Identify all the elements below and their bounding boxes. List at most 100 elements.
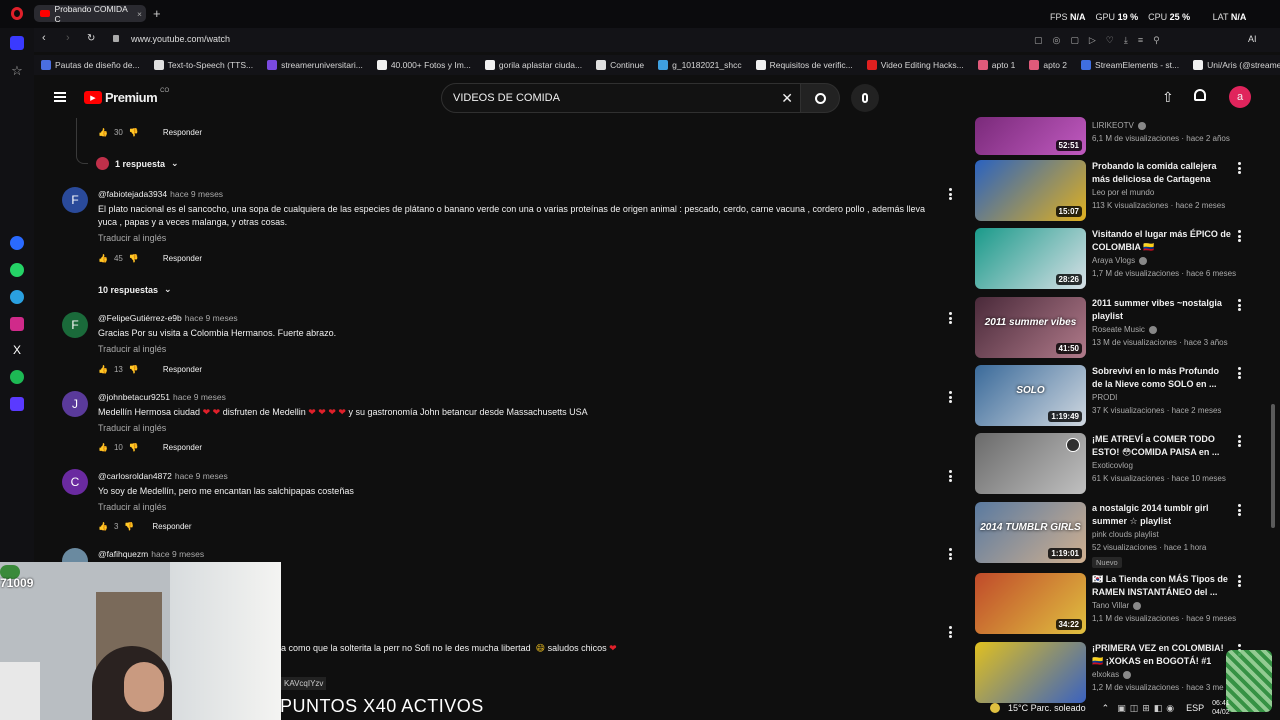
- video-title[interactable]: Probando la comida callejera más delicios…: [1092, 160, 1222, 186]
- video-menu-icon[interactable]: [1237, 299, 1241, 311]
- upload-icon[interactable]: ⇧: [1162, 89, 1174, 106]
- voice-search-button[interactable]: [851, 84, 879, 112]
- ai-button[interactable]: AI: [1248, 34, 1257, 44]
- instagram-icon[interactable]: [10, 317, 24, 331]
- comment-menu-icon[interactable]: [948, 391, 952, 403]
- search-input[interactable]: VIDEOS DE COMIDA ✕: [441, 83, 801, 113]
- bookmark-item[interactable]: gorila aplastar ciuda...: [478, 60, 589, 70]
- channel-name[interactable]: Roseate Music: [1092, 325, 1157, 334]
- x-twitter-icon[interactable]: X: [10, 343, 24, 357]
- like-icon[interactable]: 👍: [98, 254, 108, 263]
- bookmark-item[interactable]: Video Editing Hacks...: [860, 60, 971, 70]
- video-menu-icon[interactable]: [1237, 435, 1241, 447]
- like-icon[interactable]: 👍: [98, 128, 108, 137]
- channel-name[interactable]: pink clouds playlist: [1092, 530, 1159, 539]
- search-button[interactable]: [800, 83, 840, 113]
- whatsapp-icon[interactable]: [10, 263, 24, 277]
- translate-link[interactable]: Traducir al inglés: [98, 423, 166, 433]
- clock[interactable]: 06:41 04/02: [1212, 699, 1230, 717]
- video-title[interactable]: Visitando el lugar más ÉPICO de COLOMBIA …: [1092, 228, 1231, 254]
- home-icon[interactable]: [10, 36, 24, 50]
- avatar[interactable]: J: [62, 391, 88, 417]
- recommended-video[interactable]: ¡ME ATREVÍ a COMER TODO ESTO! 😳COMIDA PAI…: [975, 433, 1245, 499]
- like-icon[interactable]: 👍: [98, 365, 108, 374]
- video-thumbnail[interactable]: 34:22: [975, 573, 1086, 634]
- star-icon[interactable]: ☆: [10, 64, 24, 78]
- video-thumbnail[interactable]: 2011 summer vibes 41:50: [975, 297, 1086, 358]
- bookmark-item[interactable]: Text-to-Speech (TTS...: [147, 60, 261, 70]
- clear-search-icon[interactable]: ✕: [781, 90, 793, 107]
- channel-name[interactable]: LIRIKEOTV: [1092, 121, 1146, 130]
- video-thumbnail[interactable]: [975, 642, 1086, 703]
- youtube-logo[interactable]: ▶ Premium CO: [84, 88, 169, 105]
- messenger-icon[interactable]: [10, 236, 24, 250]
- comment-menu-icon[interactable]: [948, 188, 952, 200]
- recommended-video[interactable]: 34:22 🇰🇷 La Tienda con MÁS Tipos de RAMEN …: [975, 573, 1245, 639]
- bookmark-item[interactable]: Pautas de diseño de...: [34, 60, 147, 70]
- recommended-video[interactable]: 2011 summer vibes 41:50 2011 summer vibes …: [975, 297, 1245, 363]
- recommended-video[interactable]: 28:26 Visitando el lugar más ÉPICO de COLO…: [975, 228, 1245, 294]
- comment-author[interactable]: @carlosroldan4872 hace 9 meses: [98, 471, 228, 481]
- comment-author[interactable]: @FelipeGutiérrez-e9b hace 9 meses: [98, 313, 238, 323]
- new-tab-button[interactable]: +: [153, 6, 161, 21]
- video-menu-icon[interactable]: [1237, 504, 1241, 516]
- scrollbar[interactable]: [1271, 404, 1275, 528]
- reply-button[interactable]: Responder: [163, 254, 202, 263]
- comment-menu-icon[interactable]: [948, 626, 952, 638]
- channel-name[interactable]: Tano Villar: [1092, 601, 1142, 610]
- translate-link[interactable]: Traducir al inglés: [98, 502, 166, 512]
- video-menu-icon[interactable]: [1237, 575, 1241, 587]
- video-title[interactable]: ¡PRIMERA VEZ en COLOMBIA! 🇨🇴 ¡XOKAS en BO…: [1092, 642, 1224, 668]
- video-title[interactable]: ¡ME ATREVÍ a COMER TODO ESTO! 😳COMIDA PAI…: [1092, 433, 1222, 459]
- video-thumbnail[interactable]: 2014 TUMBLR GIRLS 1:19:01: [975, 502, 1086, 563]
- browser-tab-active[interactable]: Probando COMIDA C ×: [34, 4, 146, 24]
- bookmark-item[interactable]: StreamElements - st...: [1074, 60, 1186, 70]
- tray-chevron-icon[interactable]: ⌃: [1102, 703, 1110, 714]
- menu-icon[interactable]: [54, 92, 66, 102]
- recommended-video[interactable]: 2014 TUMBLR GIRLS 1:19:01 a nostalgic 2014…: [975, 502, 1245, 568]
- video-thumbnail[interactable]: 52:51: [975, 117, 1086, 155]
- dislike-icon[interactable]: 👎: [129, 128, 139, 137]
- reply-button[interactable]: Responder: [163, 128, 202, 137]
- back-icon[interactable]: ‹: [42, 32, 46, 44]
- reply-button[interactable]: Responder: [163, 443, 202, 452]
- recommended-video[interactable]: SOLO 1:19:49 Sobreviví en lo más Profundo d…: [975, 365, 1245, 431]
- channel-name[interactable]: elxokas: [1092, 670, 1132, 679]
- comment-author[interactable]: @fabiotejada3934 hace 9 meses: [98, 189, 223, 199]
- avatar[interactable]: F: [62, 187, 88, 213]
- comment-menu-icon[interactable]: [948, 312, 952, 324]
- translate-link[interactable]: Traducir al inglés: [98, 233, 166, 243]
- notifications-bell-icon[interactable]: [1194, 89, 1206, 101]
- extensions-icon[interactable]: ▢◎▢▷♡⤓≡⚲: [1034, 35, 1160, 45]
- dislike-icon[interactable]: 👎: [129, 254, 139, 263]
- bookmark-item[interactable]: streameruniversitari...: [260, 60, 370, 70]
- bookmark-item[interactable]: 40.000+ Fotos y Im...: [370, 60, 478, 70]
- like-icon[interactable]: 👍: [98, 522, 108, 531]
- bookmark-item[interactable]: g_10182021_shcc: [651, 60, 748, 70]
- account-avatar[interactable]: a: [1229, 86, 1251, 108]
- bookmark-item[interactable]: Requisitos de verific...: [749, 60, 860, 70]
- video-title[interactable]: 2011 summer vibes ~nostalgia playlist: [1092, 297, 1222, 323]
- player-icon[interactable]: [10, 397, 24, 411]
- comment-menu-icon[interactable]: [948, 548, 952, 560]
- telegram-icon[interactable]: [10, 290, 24, 304]
- dislike-icon[interactable]: 👎: [124, 522, 134, 531]
- reply-button[interactable]: Responder: [152, 522, 191, 531]
- weather-text[interactable]: 15°C Parc. soleado: [1008, 703, 1086, 713]
- dislike-icon[interactable]: 👎: [129, 443, 139, 452]
- spotify-icon[interactable]: [10, 370, 24, 384]
- language-indicator[interactable]: ESP: [1186, 703, 1204, 713]
- channel-name[interactable]: Exoticovlog: [1092, 461, 1133, 470]
- video-thumbnail[interactable]: 28:26: [975, 228, 1086, 289]
- bookmark-item[interactable]: apto 2: [1022, 60, 1074, 70]
- replies-toggle[interactable]: 10 respuestas ⌄: [98, 284, 172, 295]
- video-title[interactable]: 🇰🇷 La Tienda con MÁS Tipos de RAMEN INSTA…: [1092, 573, 1228, 599]
- watch-later-icon[interactable]: [1066, 438, 1080, 452]
- bookmark-item[interactable]: Uni/Aris (@streame...: [1186, 60, 1280, 70]
- comment-author[interactable]: @fafihquezm hace 9 meses: [98, 549, 204, 559]
- video-title[interactable]: Sobreviví en lo más Profundo de la Nieve …: [1092, 365, 1222, 391]
- channel-name[interactable]: PRODI: [1092, 393, 1117, 402]
- opera-logo-icon[interactable]: [11, 7, 23, 20]
- comment-menu-icon[interactable]: [948, 470, 952, 482]
- avatar[interactable]: C: [62, 469, 88, 495]
